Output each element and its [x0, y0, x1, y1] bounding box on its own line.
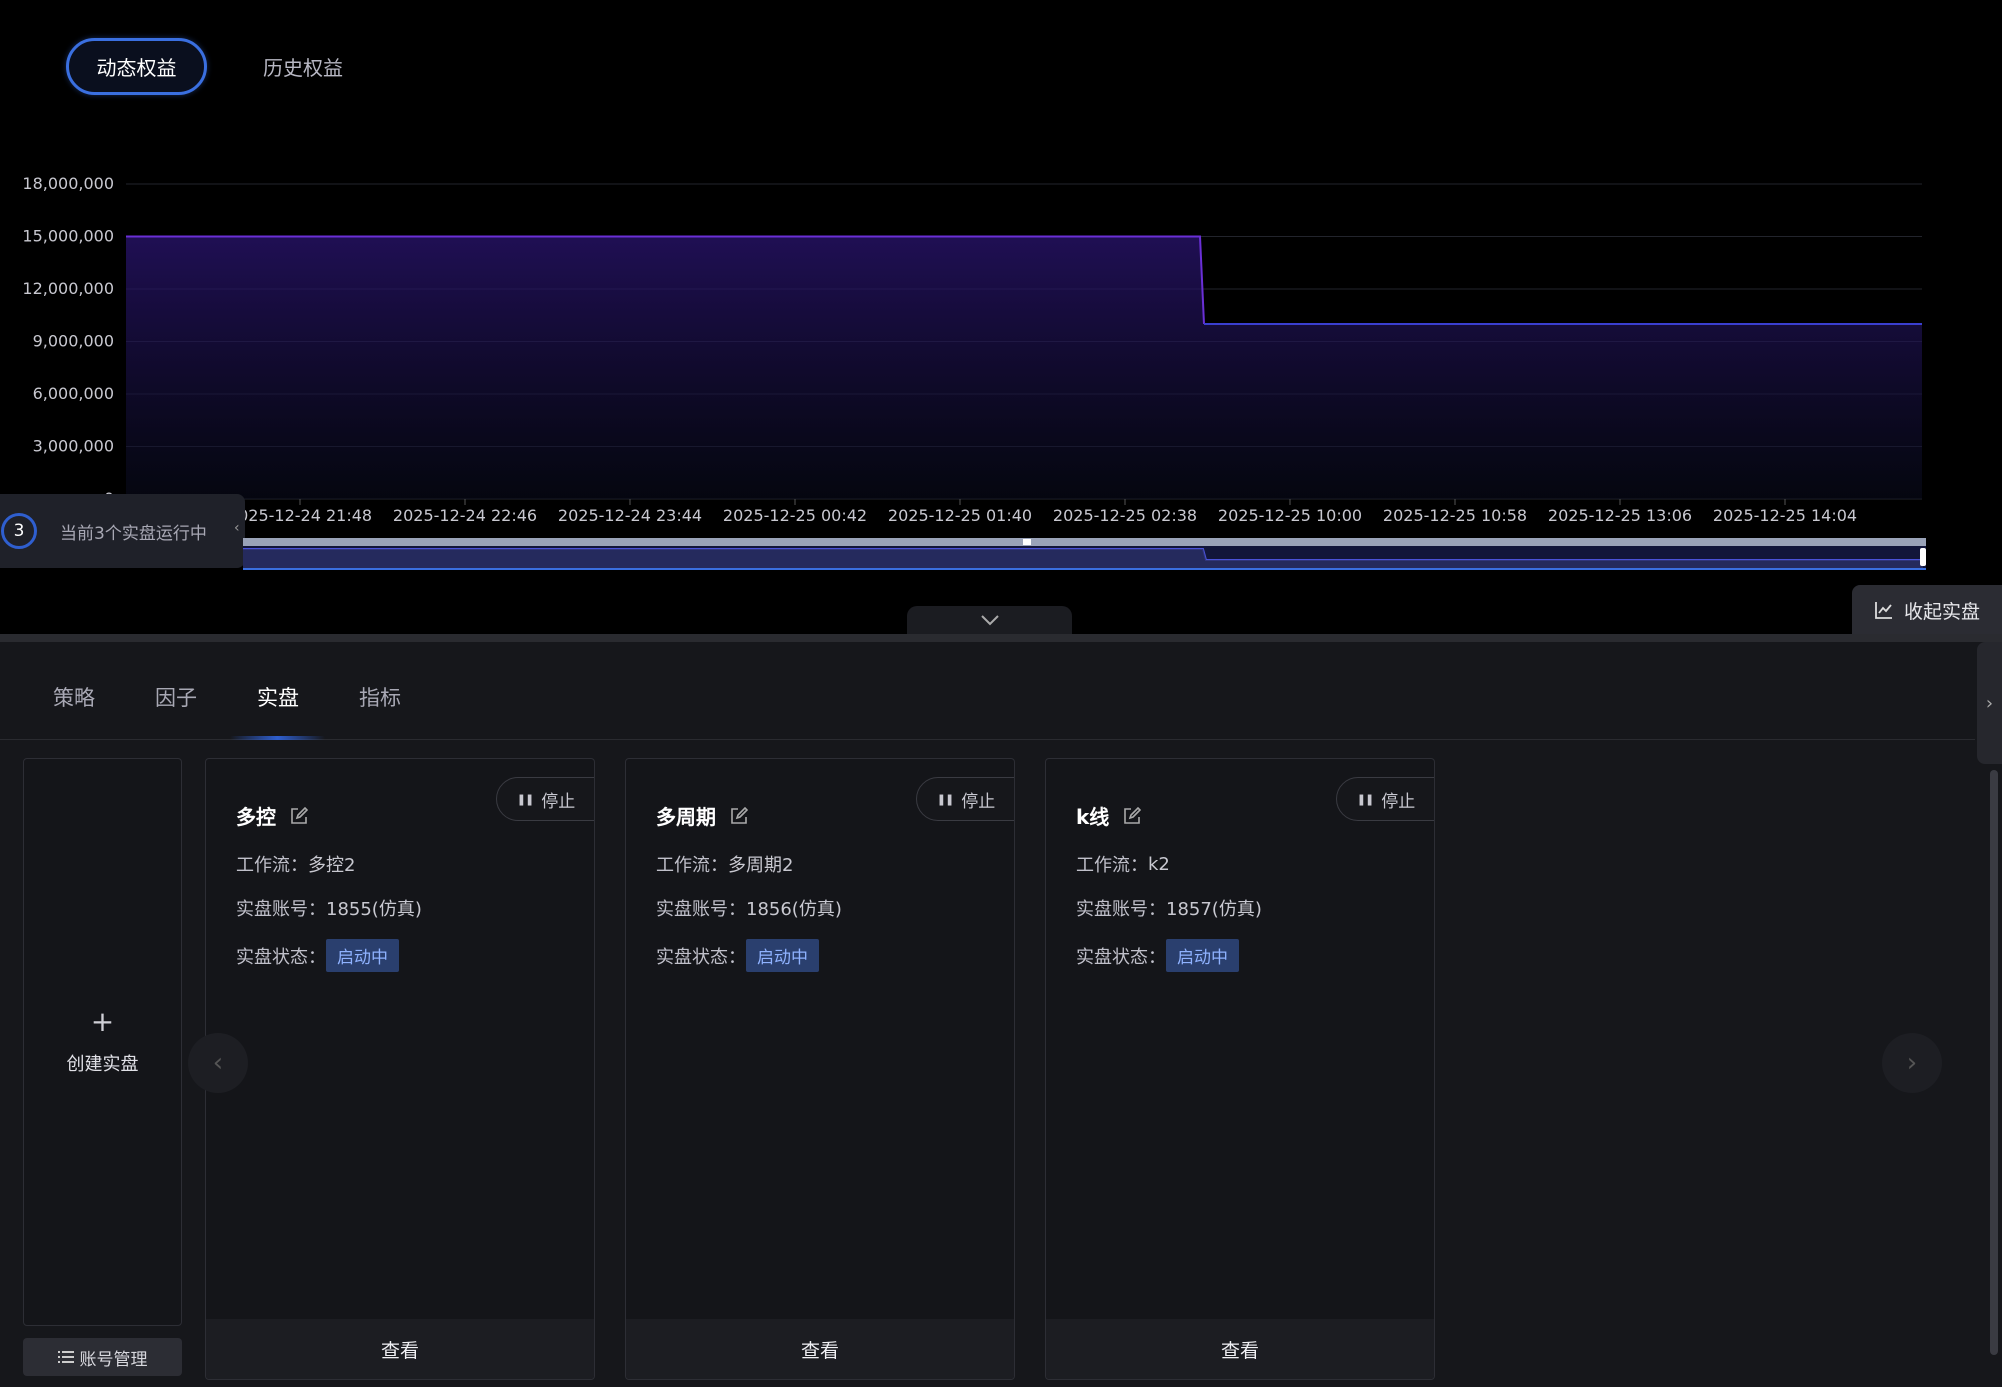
stop-label: 停止 [961, 791, 996, 812]
running-badge[interactable]: 3 当前3个实盘运行中 ‹ [0, 494, 245, 568]
create-live-label: 创建实盘 [66, 1054, 139, 1075]
workflow-label: 工作流： [236, 855, 308, 876]
account-management-button[interactable]: 账号管理 [23, 1338, 182, 1376]
fold-live-label: 收起实盘 [1903, 600, 1980, 623]
edit-icon[interactable] [290, 806, 308, 825]
y-tick-label: 9,000,000 [33, 332, 114, 351]
status-label: 实盘状态： [656, 946, 746, 968]
y-axis: 18,000,000 15,000,000 12,000,000 9,000,000 6… [22, 174, 114, 508]
account-value: 1856(仿真) [746, 899, 842, 920]
workflow-value: k2 [1148, 853, 1170, 875]
edit-icon[interactable] [1123, 806, 1142, 825]
account-label: 实盘账号： [656, 899, 746, 920]
live-card: k线 ❚❚ 停止 工作流： k2 实盘账号： 1857(仿真) 实盘状态： 启动中 查… [1045, 758, 1435, 1380]
x-axis: 2025-12-24 21:48 2025-12-24 22:46 2025-12-… [228, 499, 1857, 525]
account-label: 实盘账号： [1076, 899, 1166, 920]
card-title: 多周期 [656, 805, 716, 829]
collapse-chart-handle[interactable] [907, 606, 1072, 634]
account-management-label: 账号管理 [79, 1349, 148, 1370]
tab-indicator[interactable]: 指标 [359, 682, 401, 712]
slider-right-handle[interactable] [1920, 548, 1926, 566]
account-value: 1855(仿真) [326, 899, 422, 920]
zoom-slider[interactable] [243, 536, 1926, 570]
x-tick-label: 2025-12-24 21:48 [228, 506, 372, 525]
equity-chart: 18,000,000 15,000,000 12,000,000 9,000,000 6… [22, 174, 1922, 525]
chevron-right-icon: › [1985, 692, 1994, 714]
chevron-down-icon [980, 615, 999, 626]
active-tab-indicator [230, 736, 325, 740]
status-label: 实盘状态： [1076, 946, 1166, 968]
x-tick-label: 2025-12-24 22:46 [393, 506, 537, 525]
dynamic-equity-tab[interactable]: 动态权益 [66, 38, 207, 95]
bottom-panel: 策略 因子 实盘 指标 › + 创建实盘 账号管理 多控 ❚❚ 停止 工作流：多… [0, 634, 2002, 1387]
stop-label: 停止 [541, 791, 576, 812]
workflow-label: 工作流： [656, 855, 728, 876]
card-title: k线 [1076, 805, 1110, 829]
slider-center-grip[interactable] [1023, 539, 1031, 545]
live-card: 多控 ❚❚ 停止 工作流： 多控2 实盘账号： 1855(仿真) 实盘状态： 启动中 … [205, 758, 595, 1380]
account-value: 1857(仿真) [1166, 899, 1262, 920]
account-label: 实盘账号： [236, 899, 326, 920]
stop-label: 停止 [1381, 791, 1416, 812]
x-tick-label: 2025-12-25 10:00 [1218, 506, 1362, 525]
workflow-value: 多周期2 [728, 855, 794, 876]
view-button[interactable]: 查看 [626, 1319, 1014, 1379]
x-tick-label: 2025-12-25 02:38 [1053, 506, 1197, 525]
pause-icon: ❚❚ [936, 792, 954, 806]
equity-area [126, 236, 1922, 499]
y-tick-label: 18,000,000 [22, 174, 114, 193]
x-tick-label: 2025-12-25 10:58 [1383, 506, 1527, 525]
x-tick-label: 2025-12-25 14:04 [1713, 506, 1857, 525]
x-tick-label: 2025-12-25 01:40 [888, 506, 1032, 525]
running-text: 当前3个实盘运行中 [60, 524, 207, 544]
y-tick-label: 6,000,000 [33, 384, 114, 403]
stop-button[interactable]: ❚❚ 停止 [1336, 777, 1434, 821]
workflow-value: 多控2 [308, 855, 356, 876]
running-count-icon: 3 [1, 513, 37, 549]
x-tick-label: 2025-12-25 13:06 [1548, 506, 1692, 525]
line-chart-icon [1875, 602, 1892, 619]
view-button[interactable]: 查看 [206, 1319, 594, 1379]
view-button[interactable]: 查看 [1046, 1319, 1434, 1379]
carousel-next-button[interactable]: › [1882, 1033, 1942, 1093]
stop-button[interactable]: ❚❚ 停止 [916, 777, 1014, 821]
stop-button[interactable]: ❚❚ 停止 [496, 777, 594, 821]
history-equity-tab[interactable]: 历史权益 [248, 38, 358, 95]
y-tick-label: 12,000,000 [22, 279, 114, 298]
status-label: 实盘状态： [236, 946, 326, 968]
chevron-left-icon[interactable]: ‹ [234, 520, 240, 536]
tab-strategy[interactable]: 策略 [53, 682, 95, 712]
tab-factor[interactable]: 因子 [155, 682, 197, 712]
pause-icon: ❚❚ [1356, 792, 1374, 806]
live-card: 多周期 ❚❚ 停止 工作流： 多周期2 实盘账号： 1856(仿真) 实盘状态： 启动… [625, 758, 1015, 1380]
expand-right-handle[interactable]: › [1977, 642, 2002, 764]
y-tick-label: 15,000,000 [22, 227, 114, 246]
x-tick-label: 2025-12-25 00:42 [723, 506, 867, 525]
panel-tabs: 策略 因子 实盘 指标 [0, 642, 1975, 740]
card-title: 多控 [236, 805, 276, 829]
workflow-label: 工作流： [1076, 855, 1148, 876]
y-tick-label: 3,000,000 [33, 437, 114, 456]
plus-icon: + [90, 1005, 115, 1038]
status-badge: 启动中 [326, 939, 399, 972]
create-live-card[interactable]: + 创建实盘 [23, 758, 182, 1326]
edit-icon[interactable] [730, 806, 748, 825]
pause-icon: ❚❚ [516, 792, 534, 806]
status-badge: 启动中 [746, 939, 819, 972]
list-icon [57, 1351, 74, 1363]
chevron-right-icon: › [1906, 1048, 1918, 1078]
x-tick-label: 2025-12-24 23:44 [558, 506, 702, 525]
status-badge: 启动中 [1166, 939, 1239, 972]
fold-live-button[interactable]: 收起实盘 [1852, 585, 2002, 635]
carousel-prev-button[interactable]: ‹ [188, 1033, 248, 1093]
scrollbar[interactable] [1990, 770, 1998, 1355]
chevron-left-icon: ‹ [212, 1048, 224, 1078]
tab-live[interactable]: 实盘 [257, 682, 299, 712]
